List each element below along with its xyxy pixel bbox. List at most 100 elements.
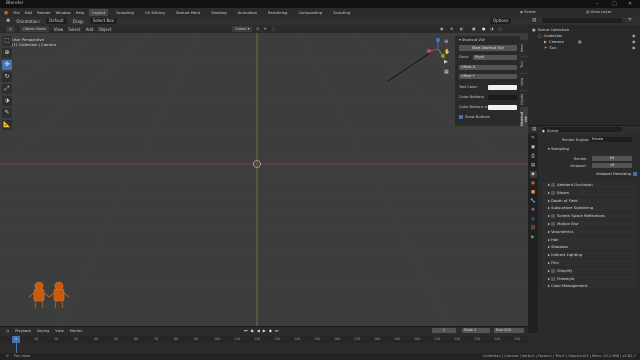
properties-section[interactable]: ▸ Hair — [542, 236, 636, 243]
visibility-icon[interactable]: ◉ — [440, 26, 444, 31]
properties-section[interactable]: ▸ Motion Blur — [542, 221, 636, 227]
mode-dropdown[interactable]: Object Mode — [20, 26, 49, 32]
section-checkbox[interactable] — [551, 276, 556, 281]
properties-section[interactable]: ▸ Ambient Occlusion — [542, 182, 636, 188]
gizmo-icon[interactable]: ⊕ — [450, 26, 453, 31]
tab-tool[interactable]: Tool — [520, 56, 528, 73]
section-checkbox[interactable] — [551, 214, 556, 219]
transform-tool-icon[interactable]: ✥ — [6, 18, 10, 24]
tab-view[interactable]: View — [520, 73, 528, 90]
tab-item[interactable]: Item — [520, 40, 528, 56]
offset-x-field[interactable]: Offset X — [459, 65, 517, 70]
snap-icon[interactable]: ⌖ — [264, 26, 266, 31]
render-samples-field[interactable]: 64 — [592, 156, 632, 161]
maximize-icon[interactable]: □ — [612, 0, 617, 8]
physics-tab-icon[interactable]: ◎ — [530, 216, 537, 223]
jump-end-icon[interactable]: ⏭ — [275, 328, 279, 333]
visibility-eye-icon[interactable]: ◉ — [632, 39, 636, 44]
show-buttons-row[interactable]: Show Buttons — [459, 115, 490, 119]
properties-editor-icon[interactable]: ▤ — [532, 127, 536, 132]
jump-start-icon[interactable]: ⏮ — [244, 328, 248, 333]
constraints-tab-icon[interactable]: ⛓ — [530, 225, 537, 232]
outliner-item[interactable]: ☀ Sun — [544, 45, 557, 50]
tab-shortcut-vur[interactable]: Shortcut VUr — [520, 107, 528, 131]
menu-marker[interactable]: Marker — [70, 329, 82, 333]
options-dropdown[interactable]: Options — [490, 18, 512, 24]
properties-section[interactable]: ▸ Simplify — [542, 267, 636, 274]
properties-section[interactable]: ▸ Shadows — [542, 244, 636, 251]
end-frame-field[interactable]: End 250 — [494, 328, 524, 333]
tab-compositing[interactable]: Compositing — [295, 9, 325, 16]
viewport-samples-field[interactable]: 16 — [592, 163, 632, 168]
perspective-toggle-icon[interactable]: ▦ — [444, 69, 450, 75]
menu-view[interactable]: View — [54, 27, 64, 32]
tab-create[interactable]: Create — [520, 90, 528, 107]
close-icon[interactable]: ✕ — [628, 0, 632, 8]
section-checkbox[interactable] — [551, 190, 556, 195]
measure-tool-icon[interactable]: 📐 — [2, 120, 12, 130]
modifier-tab-icon[interactable]: 🔧 — [530, 198, 537, 205]
menu-file[interactable]: File — [13, 10, 19, 15]
text-color-swatch[interactable] — [488, 85, 517, 90]
tab-uv-editing[interactable]: UV Editing — [142, 9, 168, 16]
properties-section[interactable]: ▸ Volumetrics — [542, 228, 636, 235]
outliner-editor-icon[interactable]: ▤ — [532, 18, 536, 23]
sampling-section[interactable]: ▾ Sampling — [542, 146, 636, 152]
particles-tab-icon[interactable]: ✱ — [530, 207, 537, 214]
3d-viewport[interactable]: User Perspective (1) Collection | Camera… — [0, 33, 528, 326]
overlays-icon[interactable]: ◐ — [460, 26, 464, 31]
blender-logo-icon[interactable]: ◉ — [4, 10, 8, 16]
tab-animation[interactable]: Animation — [235, 9, 260, 16]
tab-texture-paint[interactable]: Texture Paint — [173, 9, 204, 16]
transform-tool-icon[interactable]: ⬗ — [2, 96, 12, 106]
visibility-eye-icon[interactable]: ◉ — [632, 45, 636, 50]
solid-shading-icon[interactable]: ● — [482, 26, 486, 31]
minimize-icon[interactable]: – — [596, 0, 599, 8]
dock-dropdown[interactable]: Right — [473, 55, 517, 60]
playhead[interactable]: 1 — [12, 336, 20, 343]
properties-section[interactable]: ▸ Color Management — [542, 283, 636, 290]
scene-selector[interactable]: ◆ Scene — [520, 9, 536, 14]
pivot-icon[interactable]: ⊙ — [256, 26, 259, 31]
move-tool-icon[interactable]: ✥ — [2, 60, 12, 70]
tab-layout[interactable]: Layout — [89, 9, 109, 16]
transform-orientation-dropdown[interactable]: Global ▾ — [232, 26, 253, 32]
menu-timeline-view[interactable]: View — [55, 329, 64, 333]
properties-section[interactable]: ▸ Subsurface Scattering — [542, 205, 636, 212]
section-checkbox[interactable] — [551, 268, 556, 273]
render-engine-dropdown[interactable]: Eevee — [590, 137, 632, 142]
panel-header[interactable]: ▾ Shortcut VUr — [459, 38, 485, 42]
zoom-icon[interactable]: ⊕ — [444, 39, 450, 45]
tab-scripting[interactable]: Scripting — [330, 9, 353, 16]
properties-section[interactable]: ▸ Freestyle — [542, 275, 636, 282]
rotate-tool-icon[interactable]: ↻ — [2, 72, 12, 82]
output-tab-icon[interactable]: ⎙ — [530, 153, 537, 160]
proportional-editing-icon[interactable]: ◌ — [272, 26, 276, 31]
cursor-tool-icon[interactable]: ⊕ — [2, 48, 12, 58]
material-shading-icon[interactable]: ◑ — [490, 26, 494, 31]
start-frame-field[interactable]: Start 1 — [462, 328, 490, 333]
start-shortcut-button[interactable]: Start Shortcut VUr — [459, 45, 517, 51]
scale-tool-icon[interactable]: ⤢ — [2, 84, 12, 94]
scene-tab-icon[interactable]: ◆ — [529, 171, 537, 178]
menu-keying[interactable]: Keying — [37, 329, 49, 333]
select-box-icon[interactable]: ⬚ — [2, 36, 12, 46]
outliner-search-input[interactable] — [542, 18, 622, 23]
scene-collection-row[interactable]: ▣ Scene Collection — [532, 27, 569, 32]
menu-help[interactable]: Help — [76, 10, 85, 15]
current-frame-field[interactable]: 1 — [432, 328, 456, 333]
tab-shading[interactable]: Shading — [208, 9, 229, 16]
outliner-item[interactable]: ▶ Camera ■ — [544, 39, 581, 44]
xray-icon[interactable]: ▣ — [472, 26, 476, 31]
world-tab-icon[interactable]: ● — [530, 180, 537, 187]
properties-section[interactable]: ▸ Screen Space Reflections — [542, 213, 636, 220]
tool-tab-icon[interactable]: ✎ — [530, 135, 537, 142]
object-tab-icon[interactable]: ■ — [530, 189, 537, 196]
play-reverse-icon[interactable]: ◀ — [257, 328, 260, 333]
properties-section[interactable]: ▸ Depth of Field — [542, 197, 636, 204]
data-tab-icon[interactable]: ▶ — [530, 234, 537, 241]
camera-view-icon[interactable]: ▶ — [444, 59, 450, 65]
drag-dropdown[interactable]: Select Box — [89, 18, 117, 24]
menu-select[interactable]: Select — [68, 27, 80, 32]
menu-object[interactable]: Object — [98, 27, 111, 32]
